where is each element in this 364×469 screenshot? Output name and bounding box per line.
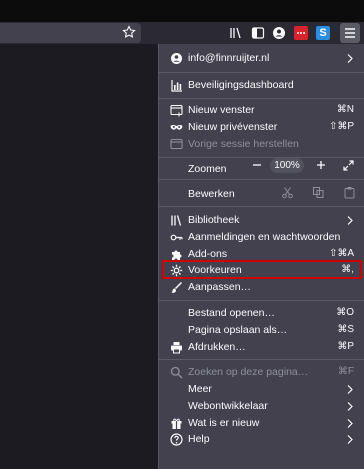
printer-icon	[170, 341, 183, 354]
copy-icon	[312, 186, 325, 199]
menu-restore-session: Vorige sessie herstellen	[159, 136, 364, 153]
menu-print[interactable]: Afdrukken… ⌘P	[159, 339, 364, 356]
account-icon[interactable]	[272, 26, 286, 40]
preferences-highlight	[161, 260, 362, 279]
menu-account[interactable]: info@finnruijter.nl	[159, 50, 364, 67]
menu-whats-new[interactable]: Wat is er nieuw	[159, 415, 364, 432]
separator	[159, 300, 364, 301]
library-icon[interactable]	[229, 26, 243, 40]
key-icon	[170, 231, 183, 244]
separator	[159, 359, 364, 360]
menu-help[interactable]: Help	[159, 431, 364, 448]
chevron-right-icon	[346, 215, 354, 226]
chevron-right-icon	[346, 53, 354, 64]
separator	[159, 72, 364, 73]
library-icon	[170, 214, 183, 227]
extension-red-icon[interactable]	[294, 26, 308, 40]
separator	[159, 98, 364, 99]
sidebar-icon[interactable]	[251, 26, 265, 40]
url-bar[interactable]	[0, 23, 141, 43]
chevron-right-icon	[346, 434, 354, 445]
dashboard-icon	[170, 79, 183, 92]
restore-session-icon	[170, 138, 183, 151]
help-icon	[170, 433, 183, 446]
account-icon	[170, 52, 183, 65]
search-icon	[170, 366, 183, 379]
hamburger-menu-button[interactable]	[340, 23, 360, 43]
chevron-right-icon	[346, 418, 354, 429]
menu-new-window[interactable]: Nieuw venster ⌘N	[159, 102, 364, 119]
separator	[159, 157, 364, 158]
zoom-out-button[interactable]	[252, 160, 262, 170]
zoom-in-button[interactable]	[316, 160, 326, 170]
chevron-right-icon	[346, 401, 354, 412]
menu-open-file[interactable]: Bestand openen… ⌘O	[159, 305, 364, 322]
menu-edit: Bewerken	[188, 188, 235, 200]
menu-find-in-page: Zoeken op deze pagina… ⌘F	[159, 364, 364, 381]
title-bar	[0, 0, 364, 22]
separator	[159, 206, 364, 207]
menu-logins[interactable]: Aanmeldingen en wachtwoorden	[159, 229, 364, 246]
private-mask-icon	[170, 121, 183, 134]
menu-security-dashboard[interactable]: Beveiligingsdashboard	[159, 77, 364, 94]
separator	[159, 179, 364, 180]
account-email: info@finnruijter.nl	[188, 52, 270, 64]
chevron-right-icon	[346, 384, 354, 395]
zoom-reset-button[interactable]: 100%	[270, 158, 304, 173]
s-extension-icon[interactable]: S	[316, 26, 330, 40]
menu-save-page[interactable]: Pagina opslaan als… ⌘S	[159, 322, 364, 339]
menu-library[interactable]: Bibliotheek	[159, 212, 364, 229]
paste-icon	[343, 186, 356, 199]
cut-icon	[281, 186, 294, 199]
bookmark-star-icon[interactable]	[122, 25, 136, 39]
menu-web-developer[interactable]: Webontwikkelaar	[159, 398, 364, 415]
menu-more[interactable]: Meer	[159, 381, 364, 398]
menu-customize[interactable]: Aanpassen…	[159, 279, 364, 296]
fullscreen-icon[interactable]	[343, 160, 354, 171]
paintbrush-icon	[170, 281, 183, 294]
app-menu-panel: info@finnruijter.nl Beveiligingsdashboar…	[158, 44, 364, 469]
new-window-icon	[170, 104, 183, 117]
gift-icon	[170, 417, 183, 430]
menu-private-window[interactable]: Nieuw privévenster ⇧⌘P	[159, 119, 364, 136]
